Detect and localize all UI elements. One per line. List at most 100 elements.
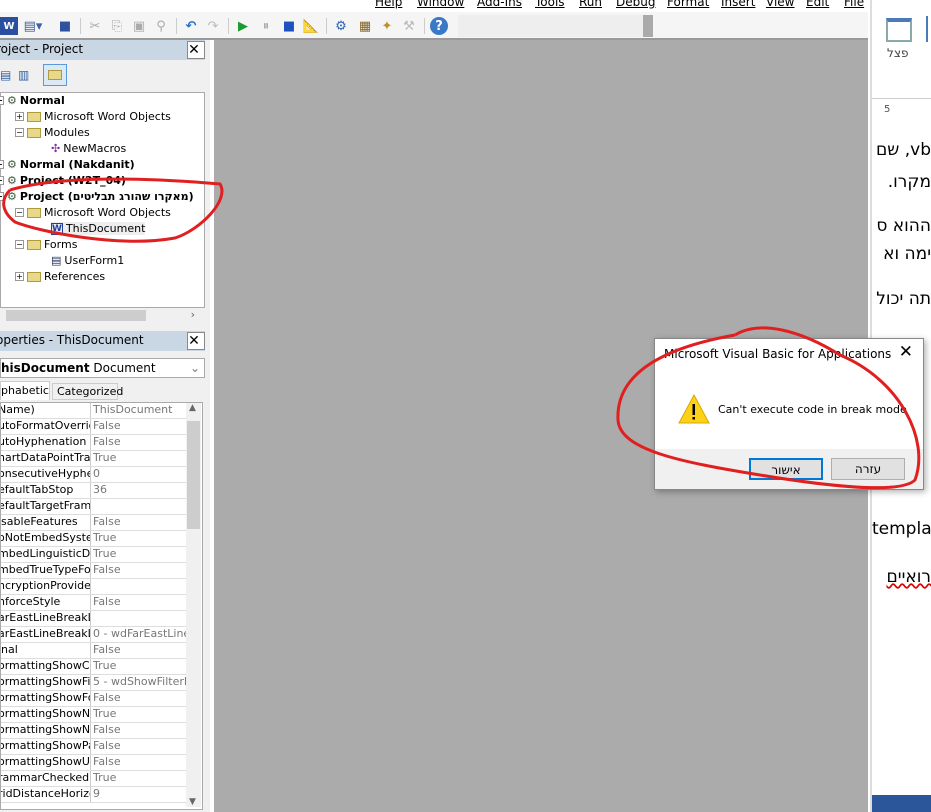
- property-value[interactable]: 0: [91, 467, 186, 482]
- property-row[interactable]: mbedTrueTypeFon False: [1, 563, 186, 579]
- tree-node-modules[interactable]: − Modules: [15, 126, 90, 139]
- menu-add-ins[interactable]: Add-Ins: [477, 0, 522, 9]
- find-icon[interactable]: ⚲: [152, 17, 170, 35]
- property-row[interactable]: efaultTabStop 36: [1, 483, 186, 499]
- property-row[interactable]: hartDataPointTrac True: [1, 451, 186, 467]
- toolbox-icon[interactable]: ⚒: [400, 17, 418, 35]
- dialog-close-button[interactable]: ✕: [899, 342, 913, 362]
- property-value[interactable]: True: [91, 707, 186, 722]
- redo-icon[interactable]: ↷: [204, 17, 222, 35]
- reset-icon[interactable]: ■: [280, 17, 298, 35]
- property-value[interactable]: False: [91, 563, 186, 578]
- property-value[interactable]: [91, 579, 186, 594]
- copy-icon[interactable]: ⎘: [108, 17, 126, 35]
- property-row[interactable]: ormattingShowNexTrue: [1, 707, 186, 723]
- property-row[interactable]: arEastLineBreakLev0 - wdFarEastLineB: [1, 627, 186, 643]
- menu-debug[interactable]: Debug: [616, 0, 655, 9]
- break-icon[interactable]: ⏸: [257, 17, 275, 35]
- tab-categorized[interactable]: Categorized: [52, 383, 123, 400]
- menu-edit[interactable]: Edit: [806, 0, 829, 9]
- property-value[interactable]: True: [91, 659, 186, 674]
- property-value[interactable]: True: [91, 451, 186, 466]
- help-icon[interactable]: ?: [430, 17, 448, 35]
- property-row[interactable]: oNotEmbedSystemTrue: [1, 531, 186, 547]
- undo-icon[interactable]: ↶: [182, 17, 200, 35]
- object-dropdown[interactable]: hisDocument Document ⌄: [0, 358, 205, 378]
- property-row[interactable]: ormattingShowNumFalse: [1, 723, 186, 739]
- tree-node-normal-nakdanit[interactable]: +⚙Normal (Nakdanit): [0, 158, 135, 171]
- word-icon[interactable]: W: [0, 17, 18, 35]
- property-row[interactable]: ridDistanceHorizon9: [1, 787, 186, 803]
- menu-format[interactable]: Format: [667, 0, 709, 9]
- design-mode-icon[interactable]: 📐: [302, 17, 320, 35]
- property-value[interactable]: ThisDocument: [91, 403, 186, 418]
- tree-node-word-objects[interactable]: + Microsoft Word Objects: [15, 110, 171, 123]
- tree-node-project-w2t[interactable]: +⚙Project (W2T_04): [0, 174, 126, 187]
- toolbar-options-dropdown[interactable]: [458, 15, 653, 37]
- property-value[interactable]: False: [91, 755, 186, 770]
- property-row[interactable]: isableFeatures False: [1, 515, 186, 531]
- insert-userform-icon[interactable]: ▤▾: [24, 17, 43, 35]
- ok-button[interactable]: אישור: [749, 458, 823, 480]
- property-value[interactable]: 9: [91, 787, 186, 802]
- view-code-icon[interactable]: ▤: [0, 68, 11, 82]
- scroll-down-icon[interactable]: ▼: [189, 797, 196, 807]
- property-row[interactable]: ormattingShowCleaTrue: [1, 659, 186, 675]
- tree-node-normal[interactable]: −⚙Normal: [0, 94, 65, 107]
- property-row[interactable]: ormattingShowFonFalse: [1, 691, 186, 707]
- property-row[interactable]: onsecutiveHyphen0: [1, 467, 186, 483]
- property-value[interactable]: True: [91, 771, 186, 786]
- property-value[interactable]: False: [91, 643, 186, 658]
- tree-node-project-macro[interactable]: −⚙Project (מאקרו שהורג תבליטים): [0, 190, 194, 203]
- property-value[interactable]: False: [91, 691, 186, 706]
- property-value[interactable]: 5 - wdShowFilterFo: [91, 675, 186, 690]
- property-row[interactable]: mbedLinguisticDataTrue: [1, 547, 186, 563]
- tree-node-references[interactable]: + References: [15, 270, 105, 283]
- scrollbar-thumb[interactable]: [187, 421, 200, 529]
- property-row[interactable]: utoHyphenation False: [1, 435, 186, 451]
- split-button[interactable]: פצל: [887, 46, 908, 60]
- tree-node-newmacros[interactable]: ✣ NewMacros: [51, 142, 126, 155]
- property-row[interactable]: ormattingShowFilte5 - wdShowFilterFo: [1, 675, 186, 691]
- menu-file[interactable]: File: [844, 0, 864, 9]
- property-value[interactable]: False: [91, 419, 186, 434]
- tree-node-word-objects-2[interactable]: − Microsoft Word Objects: [15, 206, 171, 219]
- property-row[interactable]: rammarChecked True: [1, 771, 186, 787]
- tab-alphabetic[interactable]: lphabetic: [0, 381, 50, 400]
- property-row[interactable]: nforceStyle False: [1, 595, 186, 611]
- close-project-panel-button[interactable]: ✕: [187, 41, 205, 59]
- toggle-folders-button[interactable]: [43, 64, 67, 86]
- property-row[interactable]: ormattingShowParaFalse: [1, 739, 186, 755]
- scroll-up-icon[interactable]: ▲: [189, 403, 196, 413]
- tree-node-forms[interactable]: − Forms: [15, 238, 77, 251]
- property-value[interactable]: [91, 611, 186, 626]
- run-icon[interactable]: ▶: [234, 17, 252, 35]
- menu-help[interactable]: Help: [375, 0, 402, 9]
- cut-icon[interactable]: ✂: [86, 17, 104, 35]
- property-value[interactable]: False: [91, 595, 186, 610]
- help-button[interactable]: עזרה: [831, 458, 905, 480]
- menu-run[interactable]: Run: [579, 0, 602, 9]
- tree-node-thisdocument[interactable]: W ThisDocument: [51, 222, 146, 235]
- tree-horizontal-scrollbar[interactable]: ›: [0, 308, 205, 323]
- object-browser-icon[interactable]: ✦: [378, 17, 396, 35]
- property-row[interactable]: ncryptionProvider: [1, 579, 186, 595]
- property-value[interactable]: True: [91, 531, 186, 546]
- property-value[interactable]: False: [91, 723, 186, 738]
- menu-window[interactable]: Window: [417, 0, 464, 9]
- property-row[interactable]: arEastLineBreakLar: [1, 611, 186, 627]
- property-value[interactable]: [91, 499, 186, 514]
- menu-view[interactable]: View: [766, 0, 794, 9]
- property-value[interactable]: 0 - wdFarEastLineB: [91, 627, 186, 642]
- close-properties-panel-button[interactable]: ✕: [187, 332, 205, 350]
- property-row[interactable]: efaultTargetFrame: [1, 499, 186, 515]
- save-icon[interactable]: ■: [56, 17, 74, 35]
- scroll-right-icon[interactable]: ›: [191, 308, 195, 321]
- property-value[interactable]: True: [91, 547, 186, 562]
- menu-tools[interactable]: Tools: [535, 0, 565, 9]
- property-row[interactable]: Name) ThisDocument: [1, 403, 186, 419]
- property-row[interactable]: utoFormatOverrideFalse: [1, 419, 186, 435]
- property-row[interactable]: ormattingShowUseFalse: [1, 755, 186, 771]
- menu-insert[interactable]: Insert: [721, 0, 755, 9]
- property-value[interactable]: False: [91, 739, 186, 754]
